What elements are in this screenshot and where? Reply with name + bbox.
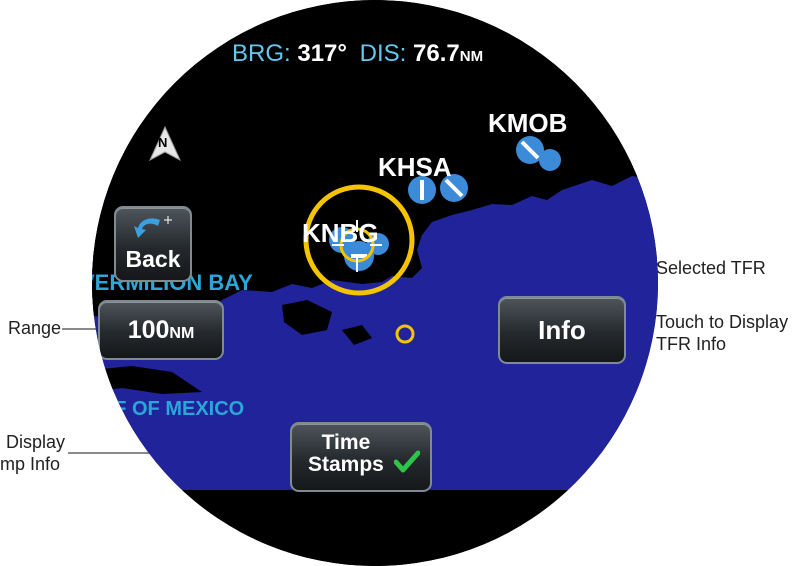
- bottom-band: [92, 490, 658, 566]
- timestamps-label-group: Time Stamps: [308, 432, 384, 476]
- range-button[interactable]: 100NM: [98, 300, 224, 360]
- timestamps-button[interactable]: Time Stamps: [290, 422, 432, 492]
- back-button[interactable]: Back: [114, 206, 192, 282]
- airport-label-khsa[interactable]: KHSA: [378, 152, 452, 183]
- info-button-label: Info: [538, 315, 586, 345]
- callout-info-line2: TFR Info: [656, 334, 727, 354]
- callout-range: Range: [8, 318, 62, 338]
- brg-label: BRG:: [232, 40, 291, 67]
- callout-timestamps-line2: mp Info: [0, 454, 61, 474]
- back-button-label: Back: [125, 246, 181, 272]
- airport-label-kmob[interactable]: KMOB: [488, 108, 567, 139]
- svg-text:N: N: [158, 135, 167, 150]
- timestamps-label-line2: Stamps: [308, 453, 384, 476]
- brg-value: 317°: [297, 40, 347, 67]
- dis-label: DIS:: [359, 40, 407, 67]
- callout-selected-tfr: Selected TFR: [656, 258, 766, 278]
- back-arrow-icon: [134, 216, 172, 238]
- checkmark-icon: [394, 450, 420, 473]
- range-button-label: 100NM: [100, 302, 222, 362]
- dis-unit: NM: [459, 48, 484, 65]
- timestamps-label-line1: Time: [321, 431, 371, 454]
- callout-timestamps-line1: Display: [6, 432, 66, 452]
- range-value: 100: [127, 316, 170, 344]
- range-unit: NM: [169, 325, 195, 342]
- info-button[interactable]: Info: [498, 296, 626, 364]
- airport-label-knbg[interactable]: KNBG: [302, 218, 379, 249]
- callout-info-line1: Touch to Display: [656, 312, 789, 332]
- bearing-distance-readout: BRG: 317° DIS: 76.7NM: [232, 40, 483, 68]
- dis-value: 76.7: [413, 40, 460, 67]
- water-label-gulf-of-mexico: GULF OF MEXICO: [92, 398, 245, 420]
- map-display[interactable]: N BRG: 317° DIS: 76.7NM KMOB KHSA KNBG V…: [92, 0, 658, 566]
